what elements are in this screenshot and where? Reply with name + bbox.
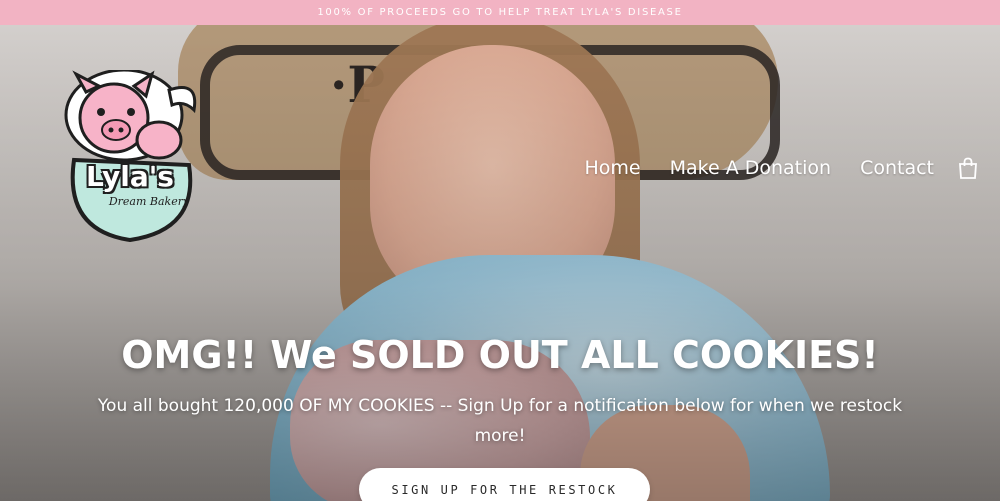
logo-tagline: Dream Bakery [108,195,190,208]
nav-link-home[interactable]: Home [585,157,641,179]
shopping-bag-icon[interactable] [958,157,978,179]
hero-subtext: You all bought 120,000 OF MY COOKIES -- … [97,396,903,446]
announcement-bar: 100% OF PROCEEDS GO TO HELP TREAT LYLA'S… [0,0,1000,25]
hero-headline: OMG!! We SOLD OUT ALL COOKIES! [121,333,879,377]
page: 100% OF PROCEEDS GO TO HELP TREAT LYLA'S… [0,0,1000,501]
nav-link-contact[interactable]: Contact [860,157,934,179]
site-logo[interactable]: Lyla's Dream Bakery [54,70,206,245]
hero-banner: ·P Lyla's Dream Bakery [0,25,1000,501]
nav-link-make-a-donation[interactable]: Make A Donation [670,157,831,179]
announcement-text: 100% OF PROCEEDS GO TO HELP TREAT LYLA'S… [317,7,683,18]
main-nav: Home Make A Donation Contact [556,157,979,179]
pig-mascot-icon [64,70,197,243]
logo-wordmark: Lyla's [86,160,174,193]
sign-up-restock-button[interactable]: SIGN UP FOR THE RESTOCK [359,468,650,501]
